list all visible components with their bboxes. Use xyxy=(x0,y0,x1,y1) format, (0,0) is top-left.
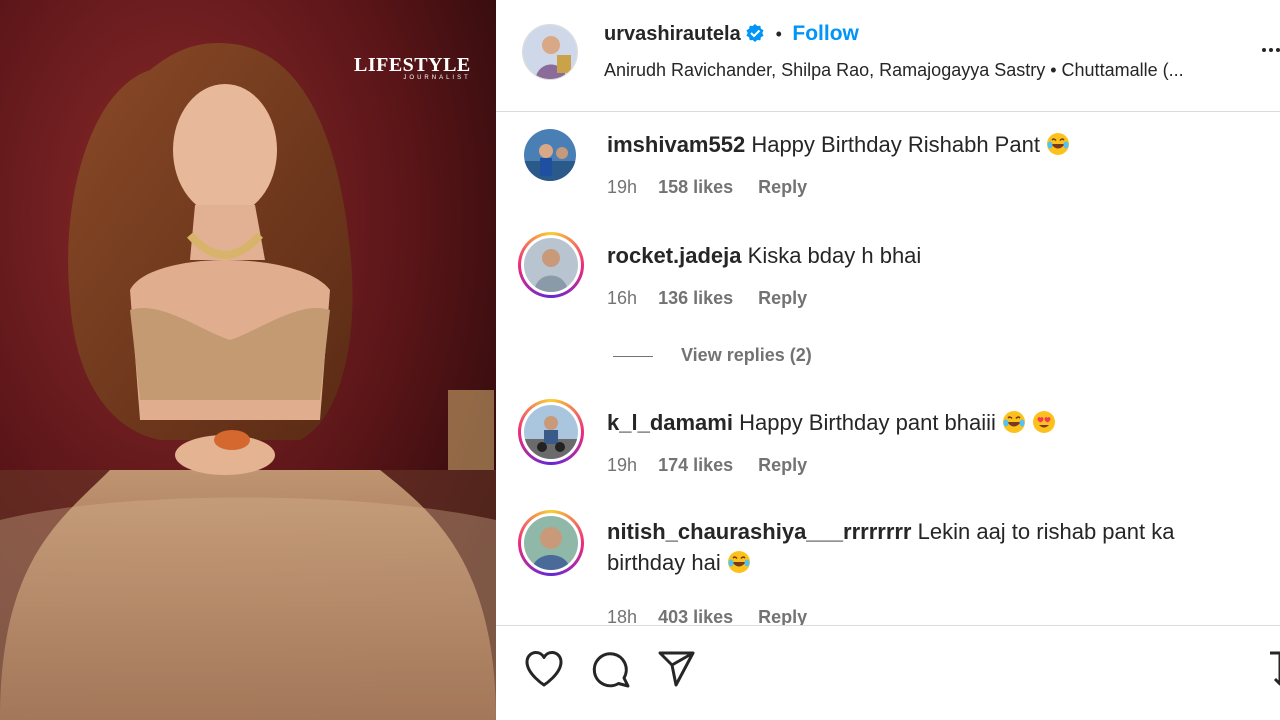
comment-item: nitish_chaurashiya___rrrrrrrr Lekin aaj … xyxy=(496,501,1280,625)
action-bar xyxy=(496,625,1280,720)
view-replies-label: View replies (2) xyxy=(681,345,812,365)
comment-body: imshivam552 Happy Birthday Rishabh Pant xyxy=(607,129,1247,160)
author-avatar[interactable] xyxy=(522,24,578,80)
comment-body: nitish_chaurashiya___rrrrrrrr Lekin aaj … xyxy=(607,516,1247,578)
share-icon[interactable] xyxy=(657,650,697,693)
comment-username[interactable]: nitish_chaurashiya___rrrrrrrr xyxy=(607,519,912,544)
view-replies-button[interactable]: View replies (2) xyxy=(613,345,812,366)
follow-button[interactable]: Follow xyxy=(792,22,859,45)
comment-body: rocket.jadeja Kiska bday h bhai xyxy=(607,240,1247,271)
comment-meta: 18h 403 likes Reply xyxy=(607,607,807,625)
heart-icon[interactable] xyxy=(524,650,564,693)
commenter-avatar[interactable] xyxy=(518,510,584,576)
comment-text: Kiska bday h bhai xyxy=(747,243,922,268)
more-icon[interactable] xyxy=(1262,40,1280,60)
comment-time: 18h xyxy=(607,607,638,625)
post-image xyxy=(0,0,496,720)
comment-text: Happy Birthday Rishabh Pant xyxy=(751,132,1040,157)
commenter-avatar[interactable] xyxy=(524,129,576,181)
comment-likes[interactable]: 403 likes xyxy=(658,607,733,625)
verified-icon xyxy=(745,23,765,48)
post-media[interactable]: LIFESTYLE JOURNALIST xyxy=(0,0,496,720)
comment-username[interactable]: rocket.jadeja xyxy=(607,243,742,268)
commenter-avatar-image xyxy=(524,405,578,459)
watermark-text: LIFESTYLE xyxy=(354,54,471,76)
reply-button[interactable]: Reply xyxy=(758,177,807,197)
reply-button[interactable]: Reply xyxy=(758,455,807,475)
separator-dot: • xyxy=(775,24,782,44)
commenter-avatar-image xyxy=(524,516,578,570)
comment-likes[interactable]: 174 likes xyxy=(658,455,733,475)
comment-likes[interactable]: 136 likes xyxy=(658,288,733,308)
post-header: urvashirautela • Follow Anirudh Ravichan… xyxy=(496,0,1280,112)
audio-attribution[interactable]: Anirudh Ravichander, Shilpa Rao, Ramajog… xyxy=(604,60,1184,81)
comment-time: 19h xyxy=(607,177,638,197)
watermark: LIFESTYLE JOURNALIST xyxy=(354,54,471,81)
commenter-avatar-image xyxy=(524,129,576,181)
comment-username[interactable]: imshivam552 xyxy=(607,132,745,157)
reply-button[interactable]: Reply xyxy=(758,607,807,625)
heart-eyes-emoji-icon xyxy=(1032,410,1056,434)
author-username[interactable]: urvashirautela xyxy=(604,23,741,45)
commenter-avatar[interactable] xyxy=(518,232,584,298)
laughing-emoji-icon xyxy=(1002,410,1026,434)
comment-username[interactable]: k_l_damami xyxy=(607,410,733,435)
laughing-emoji-icon xyxy=(727,550,751,574)
view-replies-line xyxy=(613,355,653,357)
comment-meta: 19h 174 likes Reply xyxy=(607,455,807,476)
comment-item: imshivam552 Happy Birthday Rishabh Pant … xyxy=(496,112,1280,212)
comment-text: Happy Birthday pant bhaiii xyxy=(739,410,996,435)
comment-likes[interactable]: 158 likes xyxy=(658,177,733,197)
laughing-emoji-icon xyxy=(1046,132,1070,156)
author-line: urvashirautela • Follow xyxy=(604,22,859,48)
comment-item: rocket.jadeja Kiska bday h bhai 16h 136 … xyxy=(496,223,1280,333)
author-avatar-image xyxy=(523,25,577,79)
comment-time: 16h xyxy=(607,288,638,308)
comment-meta: 16h 136 likes Reply xyxy=(607,288,807,309)
commenter-avatar[interactable] xyxy=(518,399,584,465)
reply-button[interactable]: Reply xyxy=(758,288,807,308)
comment-time: 19h xyxy=(607,455,638,475)
comment-icon[interactable] xyxy=(591,650,631,693)
comment-body: k_l_damami Happy Birthday pant bhaiii xyxy=(607,407,1247,438)
comments-list[interactable]: imshivam552 Happy Birthday Rishabh Pant … xyxy=(496,112,1280,625)
comment-item: k_l_damami Happy Birthday pant bhaiii 19… xyxy=(496,390,1280,500)
comment-meta: 19h 158 likes Reply xyxy=(607,177,807,198)
commenter-avatar-image xyxy=(524,238,578,292)
bookmark-icon[interactable] xyxy=(1268,650,1280,693)
